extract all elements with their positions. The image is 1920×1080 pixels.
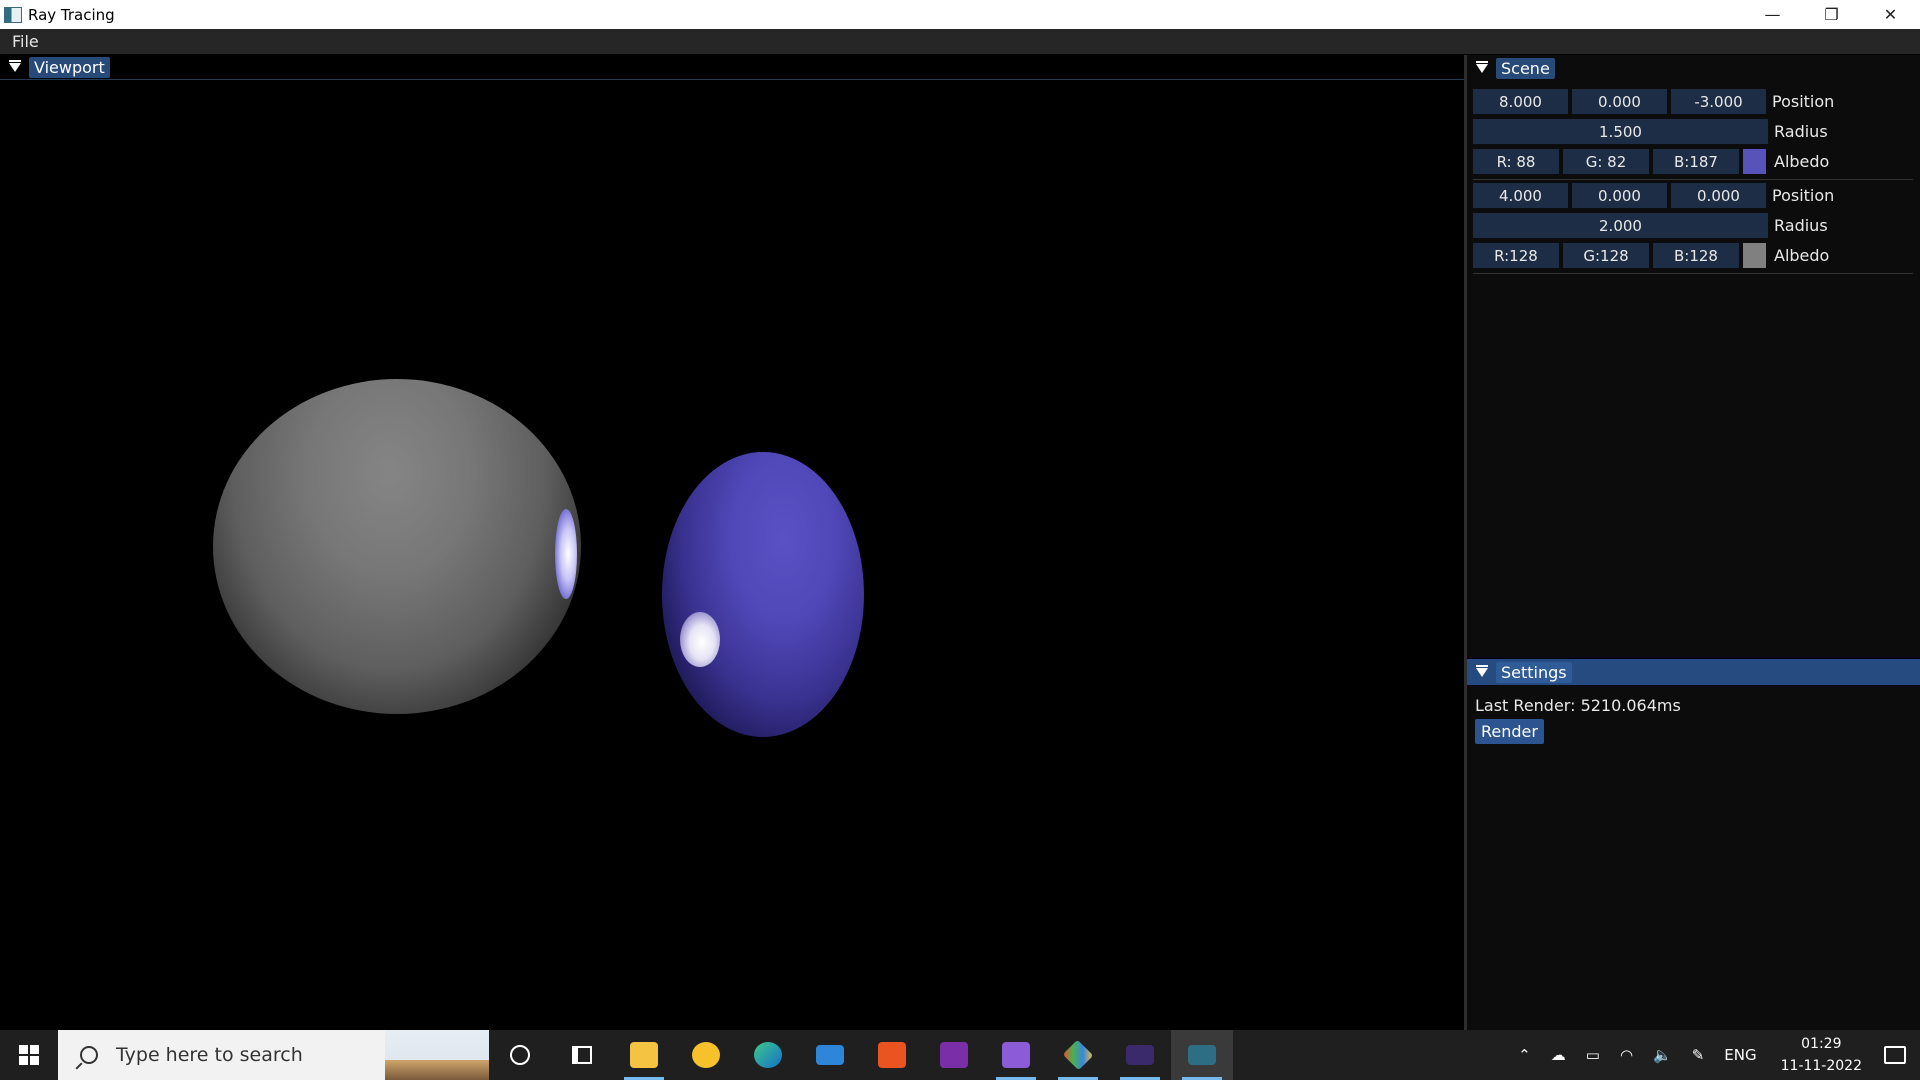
radius-label: Radius — [1774, 122, 1828, 141]
volume-icon[interactable]: 🔈 — [1643, 1046, 1682, 1064]
gray-sphere-highlight — [555, 509, 577, 599]
collapse-arrow-icon[interactable] — [1476, 664, 1488, 677]
menu-file[interactable]: File — [0, 32, 51, 51]
position-label: Position — [1772, 92, 1835, 111]
taskbar-search[interactable]: Type here to search — [58, 1030, 489, 1080]
sphere-1-position-y[interactable]: 0.000 — [1572, 183, 1667, 208]
taskbar: Type here to search ⌃ ☁ ▭ ◠ 🔈 ✎ ENG 01:2… — [0, 1030, 1920, 1080]
sphere-1-albedo-swatch[interactable] — [1743, 243, 1766, 268]
edge-icon[interactable] — [737, 1030, 799, 1080]
search-icon — [80, 1046, 98, 1064]
settings-header[interactable]: Settings — [1467, 659, 1920, 685]
clock-date: 11-11-2022 — [1780, 1058, 1862, 1074]
sphere-1-albedo-b[interactable]: B:128 — [1653, 243, 1739, 268]
close-button[interactable]: ✕ — [1861, 0, 1920, 29]
sphere-0-albedo-r[interactable]: R: 88 — [1473, 149, 1559, 174]
sphere-0-radius-row: 1.500 Radius — [1473, 119, 1828, 144]
sphere-0-albedo-b[interactable]: B:187 — [1653, 149, 1739, 174]
render-button[interactable]: Render — [1475, 719, 1544, 744]
visual-studio-icon[interactable] — [985, 1030, 1047, 1080]
restore-button[interactable]: ❐ — [1802, 0, 1861, 29]
sphere-0-radius[interactable]: 1.500 — [1473, 119, 1768, 144]
title-bar: Ray Tracing — ❐ ✕ — [0, 0, 1920, 29]
search-highlight-art — [385, 1030, 489, 1080]
viewport-tab[interactable]: Viewport — [29, 56, 110, 78]
windows-logo-icon — [19, 1045, 39, 1065]
sphere-1-albedo-g[interactable]: G:128 — [1563, 243, 1649, 268]
language-indicator[interactable]: ENG — [1714, 1046, 1766, 1064]
mail-icon[interactable] — [799, 1030, 861, 1080]
blue-sphere-highlight — [680, 612, 720, 667]
sphere-1-radius-row: 2.000 Radius — [1473, 213, 1828, 238]
sphere-0-albedo-swatch[interactable] — [1743, 149, 1766, 174]
albedo-label: Albedo — [1774, 246, 1830, 265]
radius-label: Radius — [1774, 216, 1828, 235]
position-label: Position — [1772, 186, 1835, 205]
sphere-separator — [1473, 273, 1913, 274]
minimize-button[interactable]: — — [1743, 0, 1802, 29]
search-placeholder: Type here to search — [116, 1044, 303, 1066]
viewport-canvas[interactable] — [0, 81, 1464, 1030]
terminal-icon[interactable] — [1109, 1030, 1171, 1080]
menu-bar: File — [0, 29, 1920, 54]
task-view-icon[interactable] — [551, 1030, 613, 1080]
onenote-icon[interactable] — [923, 1030, 985, 1080]
sticky-app-icon[interactable] — [675, 1030, 737, 1080]
collapse-arrow-icon[interactable] — [9, 59, 21, 72]
sphere-0-albedo-row: R: 88 G: 82 B:187 Albedo — [1473, 149, 1829, 174]
clock[interactable]: 01:29 11-11-2022 — [1767, 1033, 1876, 1077]
albedo-label: Albedo — [1774, 152, 1830, 171]
ubuntu-icon[interactable] — [861, 1030, 923, 1080]
notification-icon[interactable] — [1884, 1046, 1906, 1064]
window-title: Ray Tracing — [28, 5, 115, 24]
onedrive-icon[interactable]: ☁ — [1541, 1046, 1576, 1064]
sphere-1-position-x[interactable]: 4.000 — [1473, 183, 1568, 208]
sphere-separator — [1473, 179, 1913, 180]
sphere-1-albedo-row: R:128 G:128 B:128 Albedo — [1473, 243, 1829, 268]
viewport-header[interactable]: Viewport — [0, 55, 1464, 80]
clock-time: 01:29 — [1801, 1036, 1842, 1052]
battery-icon[interactable]: ▭ — [1576, 1046, 1610, 1064]
settings-tab[interactable]: Settings — [1496, 661, 1572, 683]
last-render-time: Last Render: 5210.064ms — [1475, 696, 1681, 715]
sphere-0-position-x[interactable]: 8.000 — [1473, 89, 1568, 114]
blue-sphere — [662, 452, 864, 737]
app-icon — [4, 6, 22, 23]
sphere-0-position-row: 8.000 0.000 -3.000 Position — [1473, 89, 1834, 114]
ray-tracing-app-icon[interactable] — [1171, 1030, 1233, 1080]
settings-panel: Settings Last Render: 5210.064ms Render — [1467, 659, 1920, 1030]
sphere-1-position-row: 4.000 0.000 0.000 Position — [1473, 183, 1834, 208]
cortana-icon[interactable] — [489, 1030, 551, 1080]
sphere-0-position-y[interactable]: 0.000 — [1572, 89, 1667, 114]
chevron-up-icon[interactable]: ⌃ — [1508, 1046, 1541, 1064]
scene-tab[interactable]: Scene — [1496, 57, 1555, 79]
pen-icon[interactable]: ✎ — [1682, 1046, 1715, 1064]
sphere-1-radius[interactable]: 2.000 — [1473, 213, 1768, 238]
wifi-icon[interactable]: ◠ — [1610, 1046, 1643, 1064]
file-explorer-icon[interactable] — [613, 1030, 675, 1080]
sphere-0-albedo-g[interactable]: G: 82 — [1563, 149, 1649, 174]
system-tray: ⌃ ☁ ▭ ◠ 🔈 ✎ ENG 01:29 11-11-2022 — [1508, 1030, 1920, 1080]
scene-header[interactable]: Scene — [1467, 55, 1920, 81]
start-button[interactable] — [0, 1030, 58, 1080]
git-icon[interactable] — [1047, 1030, 1109, 1080]
collapse-arrow-icon[interactable] — [1476, 60, 1488, 73]
gray-sphere — [213, 379, 581, 714]
window-controls: — ❐ ✕ — [1743, 0, 1920, 29]
scene-panel: Scene 8.000 0.000 -3.000 Position 1.500 … — [1467, 55, 1920, 658]
sphere-0-position-z[interactable]: -3.000 — [1671, 89, 1766, 114]
sphere-1-position-z[interactable]: 0.000 — [1671, 183, 1766, 208]
sphere-1-albedo-r[interactable]: R:128 — [1473, 243, 1559, 268]
